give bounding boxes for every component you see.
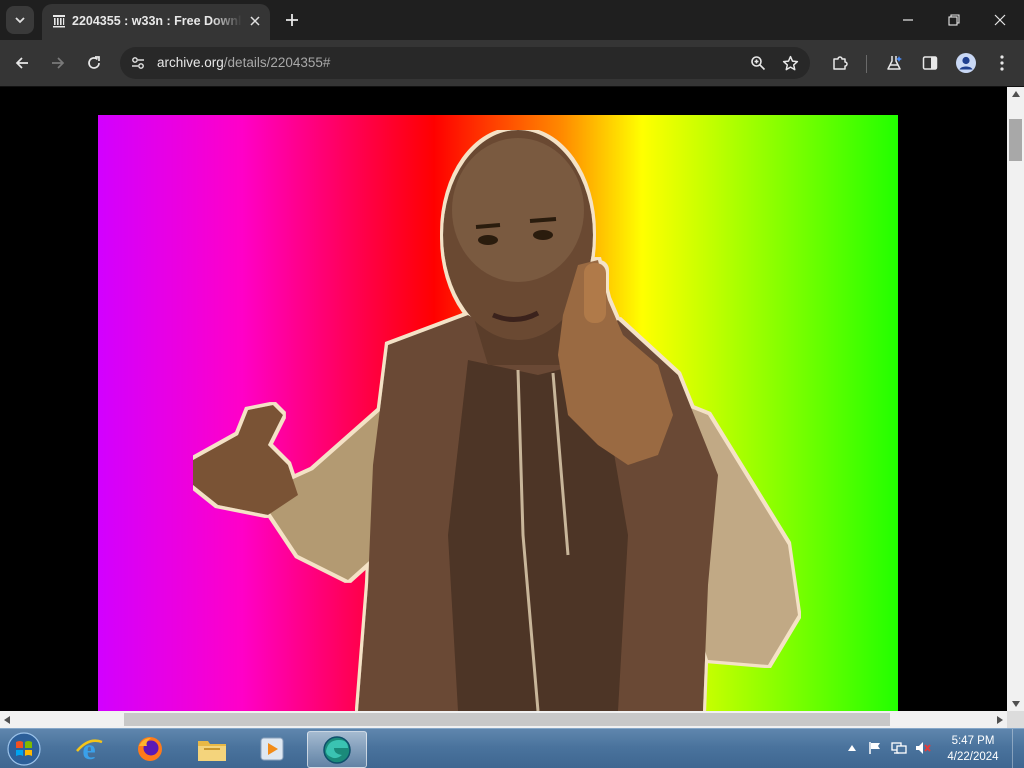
- back-button[interactable]: [8, 49, 36, 77]
- network-icon: [891, 742, 907, 754]
- scroll-left-button[interactable]: [0, 711, 14, 728]
- tab-title: 2204355 : w33n : Free Download, Borrow, …: [72, 14, 242, 28]
- scrollbar-corner: [1007, 711, 1024, 728]
- media-player-icon: [260, 737, 284, 760]
- archive-building-icon: [53, 15, 65, 28]
- system-clock[interactable]: 5:47 PM 4/22/2024: [940, 733, 1006, 765]
- plus-icon: [286, 14, 298, 26]
- tab-strip: 2204355 : w33n : Free Download, Borrow, …: [0, 0, 1024, 40]
- zoom-icon: [751, 56, 766, 71]
- show-hidden-icons-button[interactable]: [843, 739, 861, 757]
- restore-icon: [948, 14, 960, 26]
- tab-active[interactable]: 2204355 : w33n : Free Download, Borrow, …: [42, 4, 270, 40]
- flask-icon: [887, 56, 902, 70]
- profile-button[interactable]: [952, 49, 980, 77]
- triangle-down-icon: [1011, 701, 1020, 707]
- minimize-button[interactable]: [888, 4, 928, 36]
- triangle-up-icon: [848, 745, 856, 751]
- man-pointing-meme-image[interactable]: [98, 115, 898, 711]
- action-center-tray[interactable]: [866, 739, 884, 757]
- new-tab-button[interactable]: [280, 8, 304, 32]
- start-button[interactable]: [4, 730, 44, 768]
- taskbar-internet-explorer[interactable]: e: [60, 731, 118, 766]
- tune-icon: [132, 57, 144, 69]
- arrow-left-icon: [15, 57, 28, 69]
- show-desktop-button[interactable]: [1012, 729, 1024, 768]
- close-window-button[interactable]: [980, 4, 1020, 36]
- internet-explorer-icon: e: [76, 734, 103, 764]
- volume-muted-icon: [916, 742, 931, 754]
- side-panel-icon: [922, 56, 938, 70]
- flag-icon: [869, 742, 880, 754]
- browser-toolbar: archive.org/details/2204355#: [0, 40, 1024, 87]
- reload-icon: [88, 56, 100, 69]
- side-panel-button[interactable]: [916, 49, 944, 77]
- tab-close-button[interactable]: [246, 12, 264, 30]
- url-text: archive.org/details/2204355#: [157, 55, 330, 70]
- taskbar-file-explorer[interactable]: [183, 731, 241, 766]
- windows-logo-icon: [7, 732, 41, 766]
- triangle-up-icon: [1011, 91, 1020, 97]
- triangle-left-icon: [4, 715, 10, 724]
- scroll-up-button[interactable]: [1007, 87, 1024, 101]
- taskbar-firefox[interactable]: [121, 731, 179, 766]
- avatar-icon: [956, 53, 976, 73]
- more-vertical-icon: [1000, 55, 1004, 71]
- taskbar-edge-beta[interactable]: [307, 731, 367, 768]
- close-icon: [994, 14, 1006, 26]
- meme-figure: [193, 130, 798, 711]
- site-info-button[interactable]: [128, 53, 148, 73]
- firefox-icon: [138, 736, 162, 761]
- triangle-right-icon: [997, 715, 1003, 724]
- arrow-right-icon: [52, 57, 65, 69]
- vertical-scrollbar[interactable]: [1007, 87, 1024, 711]
- vertical-scroll-thumb[interactable]: [1009, 119, 1022, 161]
- file-explorer-icon: [198, 740, 226, 761]
- scroll-down-button[interactable]: [1007, 697, 1024, 711]
- toolbar-separator: [866, 55, 867, 73]
- close-icon: [250, 16, 260, 26]
- page-viewport: [0, 87, 1007, 711]
- bookmark-button[interactable]: [776, 49, 804, 77]
- network-tray[interactable]: [890, 739, 908, 757]
- clock-time: 5:47 PM: [951, 735, 995, 747]
- star-icon: [782, 55, 798, 70]
- scroll-right-button[interactable]: [993, 711, 1007, 728]
- reload-button[interactable]: [80, 49, 108, 77]
- clock-date: 4/22/2024: [947, 751, 999, 763]
- svg-text:e: e: [82, 734, 95, 764]
- taskbar-media-player[interactable]: [243, 731, 301, 766]
- windows-taskbar: e 5:47 PM 4/22/2024: [0, 728, 1024, 768]
- edge-beta-icon: [323, 735, 351, 764]
- url-host: archive.org: [157, 55, 224, 70]
- restore-button[interactable]: [934, 4, 974, 36]
- minimize-icon: [903, 19, 913, 21]
- url-path: /details/2204355#: [223, 55, 331, 70]
- extensions-button[interactable]: [826, 49, 854, 77]
- volume-tray[interactable]: [914, 739, 932, 757]
- puzzle-icon: [833, 56, 848, 70]
- zoom-button[interactable]: [744, 49, 772, 77]
- horizontal-scrollbar[interactable]: [0, 711, 1007, 728]
- screen: 2204355 : w33n : Free Download, Borrow, …: [0, 0, 1024, 768]
- horizontal-scroll-thumb[interactable]: [124, 713, 890, 726]
- tab-search-button[interactable]: [6, 6, 34, 34]
- labs-button[interactable]: [880, 49, 908, 77]
- forward-button[interactable]: [44, 49, 72, 77]
- menu-button[interactable]: [988, 49, 1016, 77]
- address-bar[interactable]: archive.org/details/2204355#: [120, 47, 810, 79]
- chevron-down-icon: [15, 17, 25, 24]
